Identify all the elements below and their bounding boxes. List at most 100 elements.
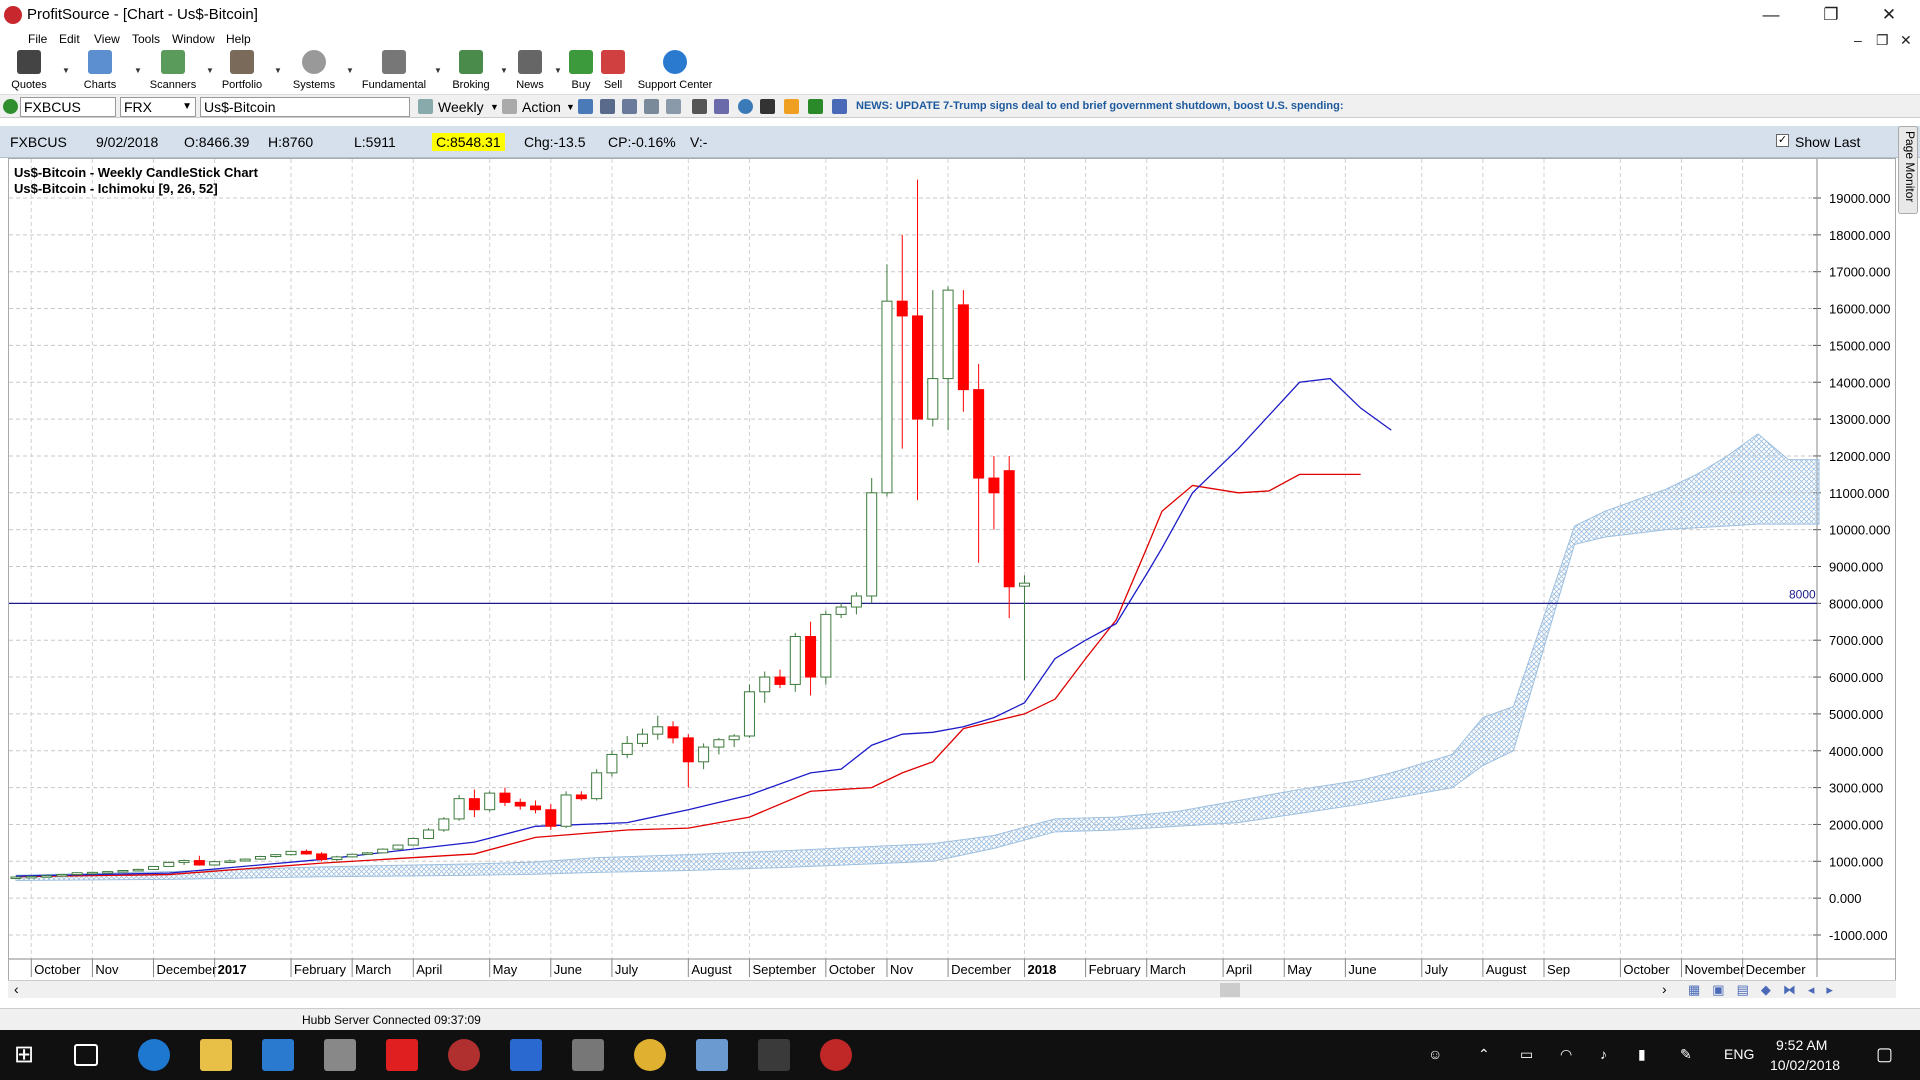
period-select[interactable]: Weekly <box>438 99 484 115</box>
calculator-icon[interactable] <box>324 1039 356 1071</box>
chevron-down-icon[interactable]: ▼ <box>434 66 442 75</box>
language-indicator[interactable]: ENG <box>1724 1046 1754 1062</box>
mdi-close-button[interactable]: ✕ <box>1900 32 1912 49</box>
menu-help[interactable]: Help <box>226 32 251 46</box>
menu-window[interactable]: Window <box>172 32 215 46</box>
candle-body <box>10 876 22 879</box>
scroll-left-icon[interactable]: ‹ <box>14 981 19 997</box>
scanners-button[interactable]: Scanners <box>148 50 198 92</box>
chevron-down-icon[interactable]: ▼ <box>134 66 142 75</box>
windows-start-icon[interactable]: ⊞ <box>14 1039 46 1071</box>
k-app-icon[interactable] <box>386 1039 418 1071</box>
menu-edit[interactable]: Edit <box>59 32 80 46</box>
candlestick-chart[interactable]: -1000.000 0.000 1000.000 2000.000 3000.000 40… <box>9 159 1895 981</box>
candle-body <box>636 733 648 744</box>
pen-icon[interactable]: ✎ <box>1680 1046 1692 1063</box>
layout-icon[interactable] <box>666 99 681 114</box>
file-explorer-icon[interactable] <box>200 1039 232 1071</box>
buy-button[interactable]: Buy <box>566 50 596 92</box>
systems-button[interactable]: Systems <box>288 50 340 92</box>
tools-icon[interactable] <box>692 99 707 114</box>
x-tick-label: October <box>34 962 81 977</box>
tray-chevron-icon[interactable]: ⌃ <box>1478 1046 1490 1063</box>
menu-file[interactable]: File <box>28 32 47 46</box>
show-last-checkbox[interactable]: ✓ <box>1776 134 1789 147</box>
save-icon[interactable] <box>578 99 593 114</box>
clock-time[interactable]: 9:52 AM <box>1776 1037 1827 1053</box>
chevron-down-icon[interactable]: ▼ <box>500 66 508 75</box>
trade-icon[interactable] <box>760 99 775 114</box>
go-app-icon[interactable] <box>758 1039 790 1071</box>
scroll-thumb[interactable] <box>1220 983 1240 997</box>
chevron-down-icon[interactable]: ▼ <box>206 66 214 75</box>
charts-button[interactable]: Charts <box>80 50 120 92</box>
restore-button[interactable]: ❐ <box>1810 2 1852 28</box>
idea-icon[interactable] <box>738 99 753 114</box>
paint-app-icon[interactable] <box>448 1039 480 1071</box>
network-app-icon[interactable] <box>696 1039 728 1071</box>
chrome-icon[interactable] <box>634 1039 666 1071</box>
horizontal-scrollbar[interactable]: ‹ › ▦▣▤◆⧓◂▸ <box>8 980 1896 998</box>
portfolio-button[interactable]: Portfolio <box>218 50 266 92</box>
chevron-down-icon[interactable]: ▼ <box>490 102 499 112</box>
chart-nav-icons[interactable]: ▦▣▤◆⧓◂▸ <box>1688 982 1845 998</box>
print-icon[interactable] <box>622 99 637 114</box>
candle-body <box>743 691 755 737</box>
ichimoku-cloud <box>15 433 1820 881</box>
keyboard-icon[interactable]: ▭ <box>1520 1046 1533 1063</box>
news-button[interactable]: News <box>512 50 548 92</box>
task-view-icon[interactable] <box>74 1044 98 1066</box>
scroll-right-icon[interactable]: › <box>1662 981 1667 997</box>
news-feed-icon[interactable] <box>832 99 847 114</box>
x-tick-label: April <box>416 962 442 977</box>
chevron-down-icon[interactable]: ▼ <box>346 66 354 75</box>
store-icon[interactable] <box>262 1039 294 1071</box>
wifi-icon[interactable]: ◠ <box>1560 1046 1572 1063</box>
signal-icon[interactable] <box>808 99 823 114</box>
page-monitor-tab[interactable]: Page Monitor <box>1898 126 1918 214</box>
chevron-down-icon[interactable]: ▼ <box>566 102 575 112</box>
x-tick-label: Nov <box>95 962 119 977</box>
profitsource-taskbar-icon[interactable] <box>820 1039 852 1071</box>
volume-icon[interactable]: ♪ <box>1600 1046 1607 1062</box>
broking-button[interactable]: Broking <box>448 50 494 92</box>
candle-body <box>896 300 908 317</box>
chevron-down-icon[interactable]: ▼ <box>62 66 70 75</box>
star-icon[interactable] <box>784 99 799 114</box>
mdi-minimize-button[interactable]: – <box>1854 32 1862 48</box>
zoom-icon[interactable] <box>644 99 659 114</box>
symbol-name-input[interactable]: Us$-Bitcoin <box>200 97 410 117</box>
close-button[interactable]: ✕ <box>1868 2 1910 28</box>
camera-icon[interactable] <box>572 1039 604 1071</box>
chevron-down-icon[interactable]: ▼ <box>274 66 282 75</box>
portfolio-icon <box>230 50 254 74</box>
edge-icon[interactable] <box>138 1039 170 1071</box>
candle-body <box>25 875 37 879</box>
candle-body <box>407 837 419 846</box>
news-ticker[interactable]: NEWS: UPDATE 7-Trump signs deal to end b… <box>856 100 1343 112</box>
candle-body <box>270 854 282 858</box>
support-center-button[interactable]: Support Center <box>636 50 714 92</box>
mdi-restore-button[interactable]: ❐ <box>1876 32 1889 49</box>
quotes-button[interactable]: Quotes <box>8 50 50 92</box>
fundamental-button[interactable]: Fundamental <box>360 50 428 92</box>
crosshair-icon[interactable] <box>600 99 615 114</box>
exchange-select[interactable]: FRX ▼ <box>120 97 196 117</box>
action-center-icon[interactable]: ▢ <box>1876 1044 1893 1065</box>
minimize-button[interactable]: — <box>1750 2 1792 28</box>
battery-icon[interactable]: ▮ <box>1638 1046 1646 1063</box>
tenkan-line <box>15 377 1392 877</box>
action-menu[interactable]: Action <box>522 99 561 115</box>
candle-body <box>331 856 343 860</box>
indicator-icon[interactable] <box>714 99 729 114</box>
people-icon[interactable]: ☺ <box>1428 1046 1442 1062</box>
menu-tools[interactable]: Tools <box>132 32 160 46</box>
go-icon[interactable] <box>3 99 18 114</box>
chevron-down-icon[interactable]: ▼ <box>554 66 562 75</box>
menu-view[interactable]: View <box>94 32 120 46</box>
sell-button[interactable]: Sell <box>598 50 628 92</box>
symbol-code-input[interactable]: FXBCUS <box>20 97 116 117</box>
security-shield-icon[interactable] <box>510 1039 542 1071</box>
chart-panel[interactable]: -1000.000 0.000 1000.000 2000.000 3000.000 40… <box>8 158 1896 998</box>
clock-date[interactable]: 10/02/2018 <box>1770 1057 1840 1073</box>
